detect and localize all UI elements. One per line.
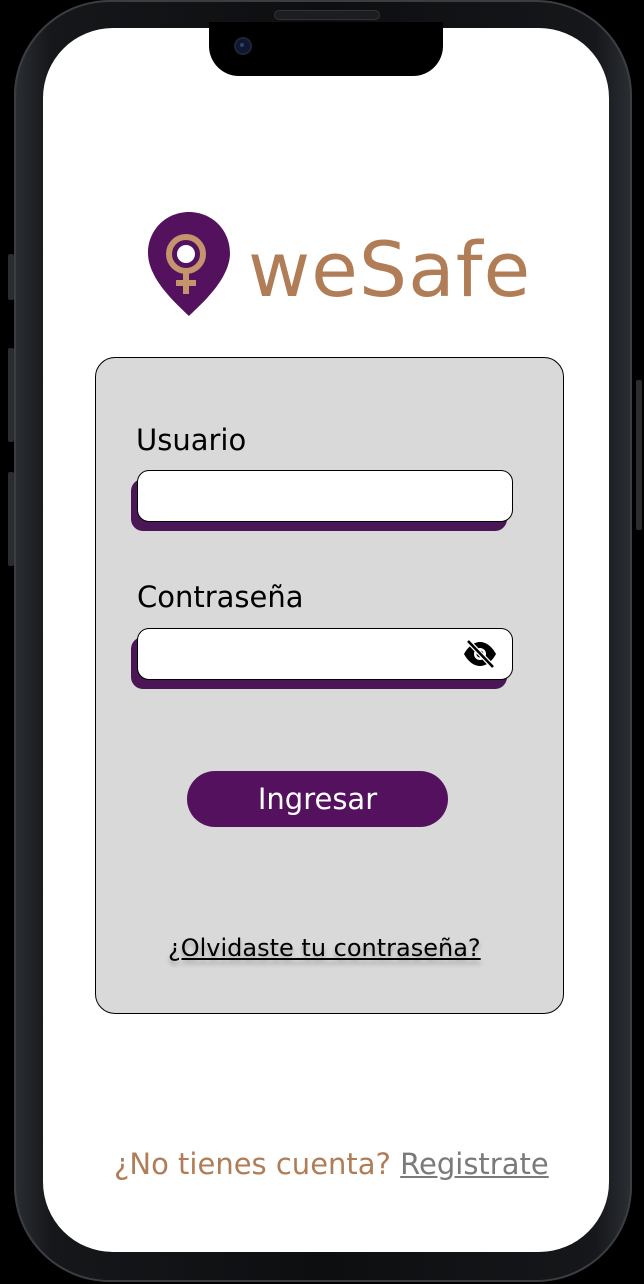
register-link[interactable]: Registrate [400, 1147, 549, 1181]
mute-switch [8, 254, 14, 300]
user-field[interactable] [137, 470, 513, 523]
location-pin-female-icon [148, 212, 230, 316]
login-button[interactable]: Ingresar [187, 771, 448, 827]
password-field[interactable] [137, 628, 513, 681]
user-label: Usuario [136, 423, 247, 457]
no-account-text: ¿No tienes cuenta? [114, 1147, 391, 1181]
app-logo-text: weSafe [248, 225, 532, 314]
front-camera [234, 37, 252, 55]
power-button [636, 380, 642, 530]
forgot-password-link[interactable]: ¿Olvidaste tu contraseña? [168, 934, 481, 962]
volume-up-button [8, 348, 14, 442]
user-input[interactable] [150, 471, 454, 523]
password-label: Contraseña [137, 580, 304, 614]
register-prompt: ¿No tienes cuenta? Registrate [114, 1147, 549, 1181]
speaker [274, 10, 380, 20]
password-input[interactable] [150, 629, 454, 681]
volume-down-button [8, 472, 14, 566]
eye-slash-icon[interactable] [462, 639, 498, 669]
